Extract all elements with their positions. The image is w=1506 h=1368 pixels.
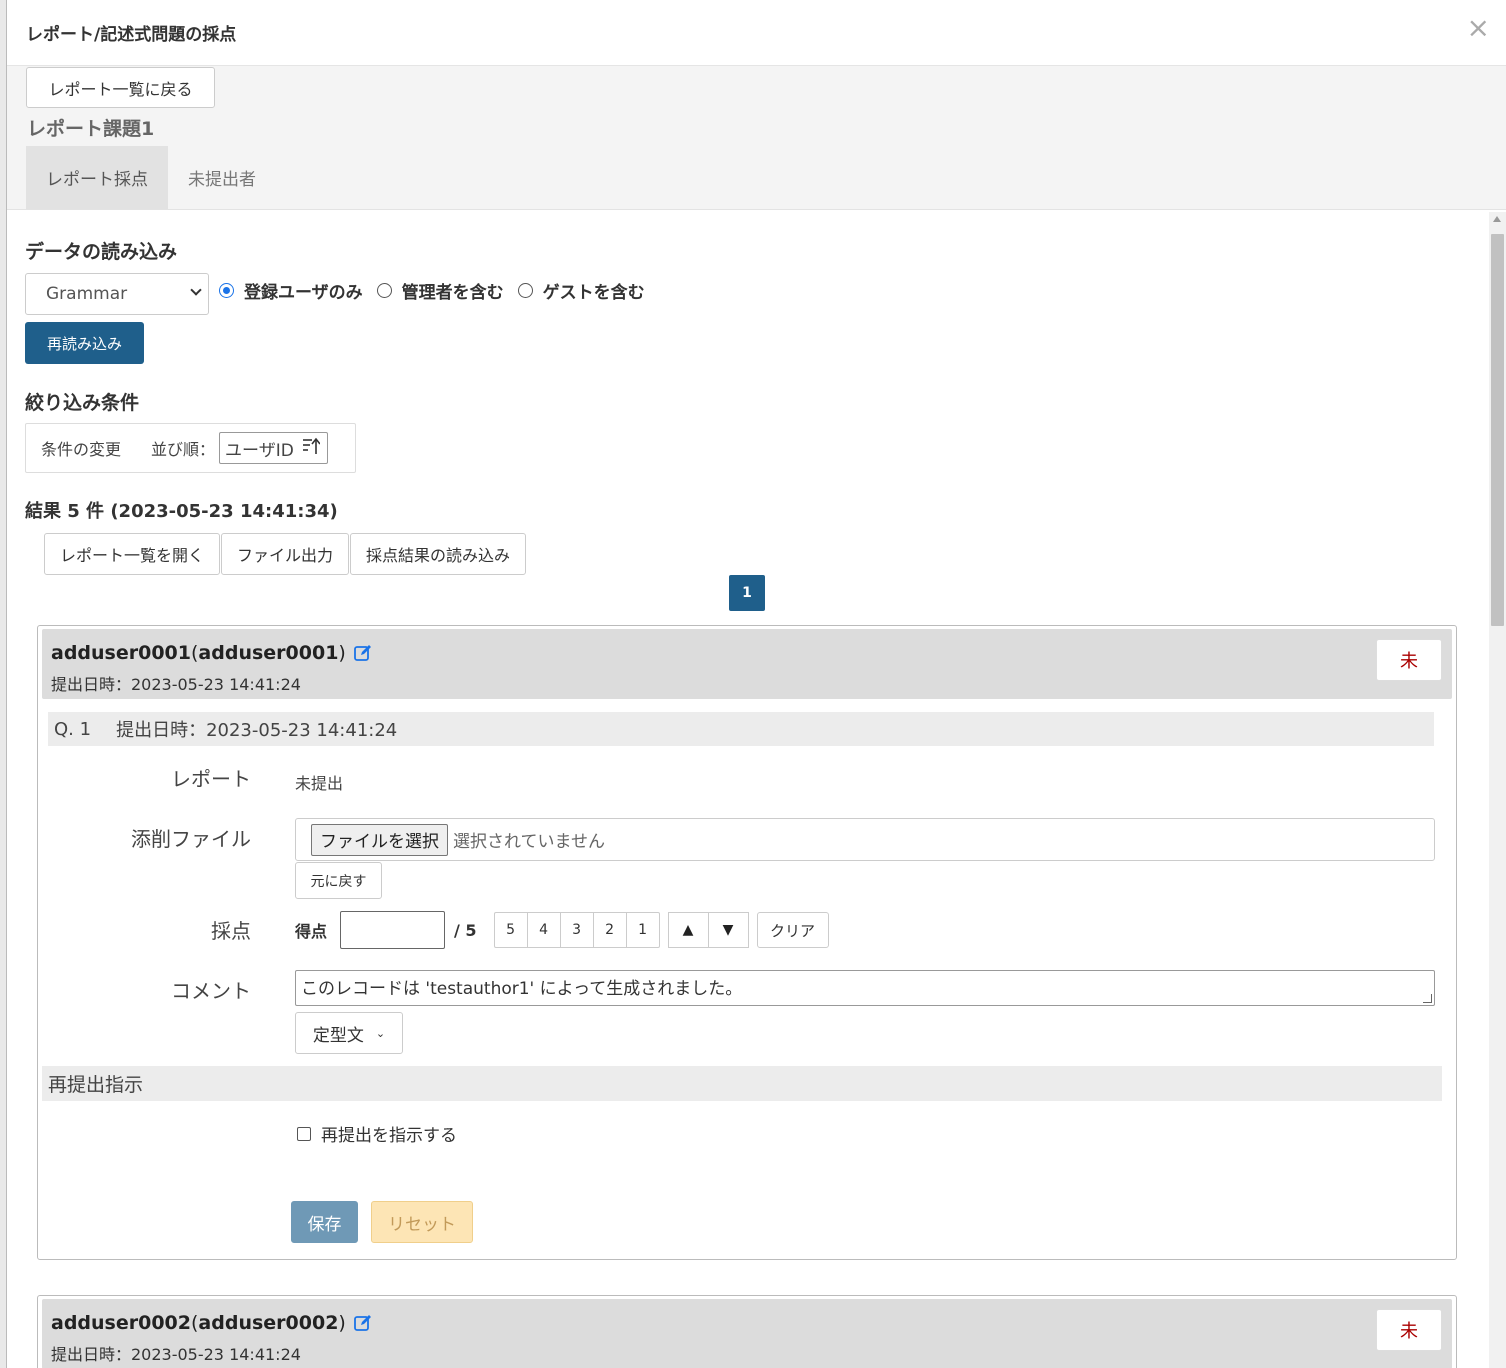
resize-grip-icon[interactable] <box>1423 994 1432 1003</box>
back-to-report-list-button[interactable]: レポート一覧に戻る <box>26 67 215 108</box>
report-row-label: レポート <box>171 767 251 791</box>
correction-file-field: ファイルを選択 選択されていません <box>295 818 1435 861</box>
filter-heading: 絞り込み条件 <box>25 392 140 414</box>
page-backdrop <box>0 0 7 1368</box>
submission-date: 提出日時：2023-05-23 14:41:24 <box>51 675 301 694</box>
clear-score-button[interactable]: クリア <box>756 912 829 948</box>
submission-card: adduser0002(adduser0002) 提出日時：2023-05-23… <box>37 1295 1457 1368</box>
filter-box: 条件の変更 並び順： ユーザID <box>25 423 356 473</box>
resubmit-check-label[interactable]: 再提出を指示する <box>321 1121 457 1146</box>
user-name: adduser0001(adduser0001) <box>51 642 372 664</box>
scroll-up-icon[interactable] <box>1493 216 1501 222</box>
revert-button[interactable]: 元に戻す <box>295 862 382 899</box>
grading-status-badge[interactable]: 未 <box>1376 1309 1442 1351</box>
comment-text: このレコードは 'testauthor1' によって生成されました。 <box>301 979 743 999</box>
submission-date: 提出日時：2023-05-23 14:41:24 <box>51 1345 301 1364</box>
template-phrase-dropdown[interactable]: 定型文 ⌄ <box>295 1012 403 1054</box>
pagination-page-1[interactable]: 1 <box>729 575 765 611</box>
reload-button[interactable]: 再読み込み <box>25 322 144 364</box>
tab-non-submitters[interactable]: 未提出者 <box>172 146 272 209</box>
score-down-button[interactable]: ▼ <box>707 912 749 948</box>
sort-order-button[interactable]: ユーザID <box>219 432 329 464</box>
score-row: 得点 / 5 5 4 3 2 1 ▲ ▼ クリア <box>295 911 829 949</box>
chevron-down-icon: ⌄ <box>375 1026 386 1040</box>
score-label: 得点 <box>295 922 328 941</box>
assignment-title: レポート課題1 <box>27 118 155 140</box>
file-export-button[interactable]: ファイル出力 <box>221 533 350 575</box>
user-display-name: adduser0001 <box>198 642 339 664</box>
sort-label: 並び順： <box>151 440 216 459</box>
modal-title: レポート/記述式問題の採点 <box>26 25 237 45</box>
score-3-button[interactable]: 3 <box>559 912 594 948</box>
question-submission-date: 提出日時：2023-05-23 14:41:24 <box>116 720 398 741</box>
grading-row-label: 採点 <box>211 919 251 943</box>
grading-status-badge[interactable]: 未 <box>1376 639 1442 681</box>
radio-include-guest-label[interactable]: ゲストを含む <box>543 278 645 303</box>
question-label: Q. 1 <box>54 718 92 740</box>
user-id: adduser0001 <box>51 642 191 664</box>
data-load-heading: データの読み込み <box>25 241 178 263</box>
import-grades-button[interactable]: 採点結果の読み込み <box>350 533 527 575</box>
resubmit-check-row: 再提出を指示する <box>297 1121 457 1146</box>
choose-file-button[interactable]: ファイルを選択 <box>311 823 448 856</box>
score-4-button[interactable]: 4 <box>526 912 561 948</box>
close-icon[interactable]: × <box>1467 14 1490 42</box>
radio-registered-only-label[interactable]: 登録ユーザのみ <box>244 278 363 303</box>
scrollbar[interactable] <box>1489 212 1506 1368</box>
chevron-down-icon <box>190 284 202 296</box>
score-1-button[interactable]: 1 <box>625 912 660 948</box>
radio-registered-only[interactable] <box>219 283 234 298</box>
submission-card: adduser0001(adduser0001) 提出日時：2023-05-23… <box>37 625 1457 1260</box>
user-id: adduser0002 <box>51 1312 191 1334</box>
user-scope-radio-group: 登録ユーザのみ 管理者を含む ゲストを含む <box>217 278 657 303</box>
score-2-button[interactable]: 2 <box>592 912 627 948</box>
save-button[interactable]: 保存 <box>291 1201 358 1243</box>
scroll-thumb[interactable] <box>1491 234 1504 626</box>
score-max: / 5 <box>454 920 477 940</box>
assignment-header: レポート一覧に戻る レポート課題1 レポート採点 未提出者 <box>7 66 1506 210</box>
change-conditions-link[interactable]: 条件の変更 <box>41 436 121 460</box>
results-heading: 結果 5 件 (2023-05-23 14:41:34) <box>25 501 338 522</box>
user-name: adduser0002(adduser0002) <box>51 1312 372 1334</box>
submission-card-header: adduser0001(adduser0001) 提出日時：2023-05-23… <box>42 629 1452 699</box>
sort-order-value: ユーザID <box>225 440 294 461</box>
edit-icon[interactable] <box>353 1314 372 1332</box>
grading-modal: レポート/記述式問題の採点 × レポート一覧に戻る レポート課題1 レポート採点… <box>7 0 1506 1368</box>
resubmit-section-bar: 再提出指示 <box>42 1066 1442 1101</box>
template-phrase-label: 定型文 <box>312 1025 364 1046</box>
score-quick-buttons: 5 4 3 2 1 <box>493 912 660 948</box>
open-report-list-button[interactable]: レポート一覧を開く <box>44 533 221 575</box>
course-select-value: Grammar <box>46 284 128 304</box>
submission-card-header: adduser0002(adduser0002) 提出日時：2023-05-23… <box>42 1299 1452 1368</box>
reset-button[interactable]: リセット <box>371 1201 473 1243</box>
score-up-button[interactable]: ▲ <box>667 912 709 948</box>
user-display-name: adduser0002 <box>198 1312 339 1334</box>
report-value: 未提出 <box>295 774 344 793</box>
comment-textarea[interactable]: このレコードは 'testauthor1' によって生成されました。 <box>295 970 1435 1006</box>
radio-include-admin[interactable] <box>376 283 392 298</box>
radio-include-admin-label[interactable]: 管理者を含む <box>402 278 504 303</box>
correction-file-label: 添削ファイル <box>131 827 251 851</box>
edit-icon[interactable] <box>353 644 372 662</box>
tab-report-grading[interactable]: レポート採点 <box>26 146 168 209</box>
comment-row-label: コメント <box>171 979 251 1003</box>
sort-ascending-icon <box>302 437 321 459</box>
score-step-buttons: ▲ ▼ <box>667 912 749 948</box>
resubmit-checkbox[interactable] <box>297 1126 311 1141</box>
score-5-button[interactable]: 5 <box>493 912 528 948</box>
question-bar: Q. 1 提出日時：2023-05-23 14:41:24 <box>48 712 1434 746</box>
file-status: 選択されていません <box>453 832 605 852</box>
radio-include-guest[interactable] <box>517 283 533 298</box>
course-select[interactable]: Grammar <box>25 273 209 315</box>
score-input[interactable] <box>340 911 446 949</box>
results-action-group: レポート一覧を開く ファイル出力 採点結果の読み込み <box>44 533 527 575</box>
modal-header: レポート/記述式問題の採点 × <box>7 0 1506 66</box>
